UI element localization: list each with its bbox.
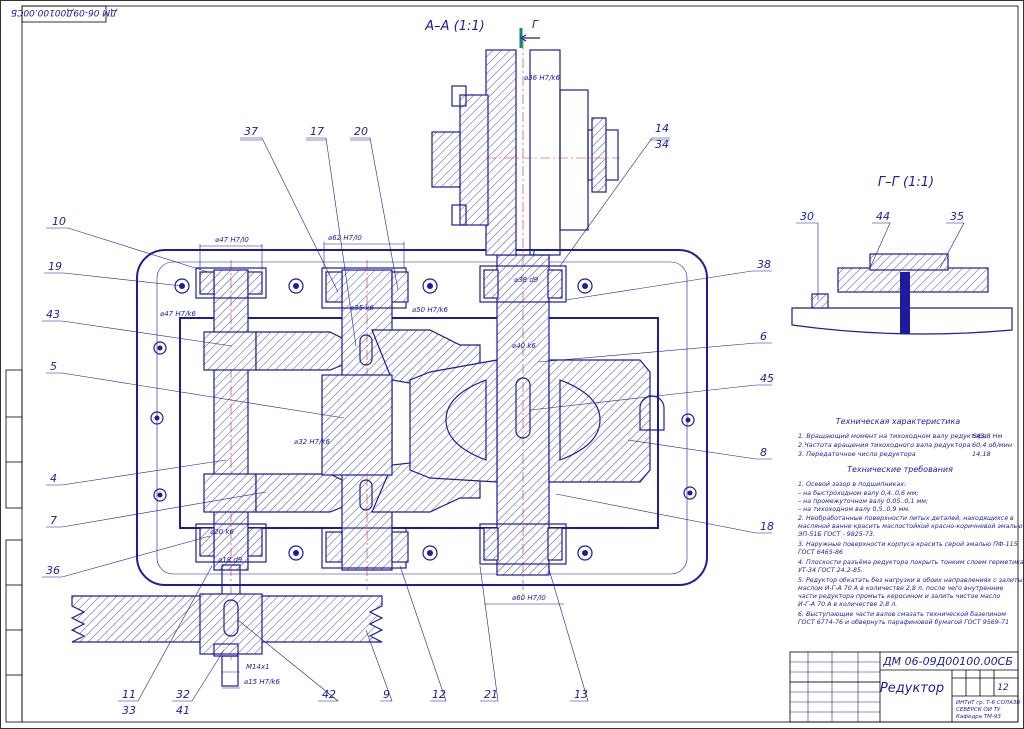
section-marker-top (519, 28, 540, 48)
svg-text:части редуктора промыть кероси: части редуктора промыть керосином и зали… (798, 593, 1000, 600)
title-block-org: ИНТиТ гр. Т-6 СОЛАЗВ СЕВЕРСК ОИ ТУ Кафед… (956, 700, 1020, 720)
callout-8: 8 (760, 446, 767, 459)
tech-char-list: 1. Вращающий момент на тихоходном валу р… (798, 432, 1012, 458)
svg-text:2.Частота вращения тихоходного: 2.Частота вращения тихоходного вала реду… (798, 441, 970, 449)
section-gg (791, 253, 1013, 335)
svg-text:3. Наружные поверхности корпус: 3. Наружные поверхности корпуса красить … (798, 541, 1018, 548)
svg-text:1. Осевой зазор в подшипниках:: 1. Осевой зазор в подшипниках: (798, 481, 906, 488)
dim-60: ⌀60 H7/l0 (512, 594, 546, 602)
callout-45: 45 (760, 372, 774, 385)
svg-text:ГОСТ 6465-86: ГОСТ 6465-86 (798, 549, 843, 556)
callout-38: 38 (757, 258, 771, 271)
section-letter-top: Г (532, 18, 539, 31)
dim-47-left: ⌀47 H7/k6 (160, 310, 196, 318)
callout-37: 37 (244, 125, 258, 138)
svg-text:1. Вращающий момент на тихоход: 1. Вращающий момент на тихоходном валу р… (798, 432, 987, 440)
svg-text:643,8 Нм: 643,8 Нм (972, 432, 1003, 440)
callout-5: 5 (50, 360, 57, 373)
svg-text:УТ-34 ГОСТ 24.2-85.: УТ-34 ГОСТ 24.2-85. (798, 567, 863, 574)
callout-10: 10 (52, 215, 66, 228)
dim-38: ⌀38 d9 (514, 276, 539, 284)
svg-text:масляной ванне красить маслост: масляной ванне красить маслостойкой крас… (798, 523, 1023, 530)
title-block-sheet: 12 (997, 683, 1009, 693)
svg-text:маслом И-Г-А 70 А в количестве: маслом И-Г-А 70 А в количестве 2,8 л. по… (798, 585, 1003, 592)
output-gear-left (409, 359, 498, 483)
svg-text:4. Плоскости разъёма редуктора: 4. Плоскости разъёма редуктора покрыть т… (798, 558, 1024, 566)
svg-text:И-Г-А 70 А в количестве 2,8 л.: И-Г-А 70 А в количестве 2,8 л. (798, 601, 897, 608)
callout-36: 36 (46, 564, 60, 577)
callout-14: 14 (655, 122, 669, 135)
section-gg-title: Г–Г (1:1) (878, 175, 934, 190)
corner-code: ДМ 06-09Д00100.00СБ (11, 7, 118, 17)
svg-text:– на быстроходном валу: – на быстроходном валу 0,4..0,6 мм; (798, 489, 919, 497)
title-block-name: Редуктор (880, 681, 944, 696)
svg-text:6. Выступающие части валов сма: 6. Выступающие части валов смазать техни… (798, 610, 1006, 618)
dim-20: ⌀20 k6 (210, 528, 234, 536)
svg-text:– на тихоходном валу: – на тихоходном валу 0,5..0,9 мм. (798, 506, 910, 513)
input-gear-bottom (255, 473, 351, 513)
svg-text:ЭП-51Б ГОСТ - 9825-73.: ЭП-51Б ГОСТ - 9825-73. (797, 531, 875, 538)
callout-41: 41 (176, 704, 190, 717)
title-block-code: ДМ 06-09Д00100.00СБ (882, 655, 1013, 668)
dim-18: ⌀18 d9 (218, 556, 243, 564)
callout-33: 33 (122, 704, 136, 717)
callout-21: 21 (484, 688, 498, 701)
svg-text:ГОСТ 6774-76 и обвернуть параф: ГОСТ 6774-76 и обвернуть парафиновой бум… (798, 618, 1009, 626)
input-gear-top (255, 331, 351, 371)
dim-15: ⌀15 H7/k6 (244, 678, 280, 686)
svg-text:Кафедра ТМ-93: Кафедра ТМ-93 (956, 714, 1001, 720)
callout-20: 20 (354, 125, 368, 138)
callout-44: 44 (876, 210, 890, 223)
svg-text:5. Редуктор обкатать без нагру: 5. Редуктор обкатать без нагрузки в обои… (798, 576, 1024, 584)
svg-text:ИНТиТ гр. Т-6 СОЛАЗВ: ИНТиТ гр. Т-6 СОЛАЗВ (956, 700, 1020, 706)
dim-m14: М14х1 (246, 663, 270, 671)
callout-11: 11 (122, 688, 136, 701)
callout-35: 35 (950, 210, 964, 223)
tech-req-title: Технические требования (847, 465, 953, 474)
dim-47-top: ⌀47 H7/l0 (215, 236, 249, 244)
dim-35: ⌀35 k6 (350, 304, 374, 312)
callout-4: 4 (50, 472, 57, 485)
intermediate-pinion (321, 374, 393, 476)
callout-32: 32 (176, 688, 190, 701)
dim-32: ⌀32 H7/k6 (294, 438, 330, 446)
dim-40: ⌀40 k6 (512, 342, 536, 350)
assembly-drawing-sheet: ДМ 06-09Д00100.00СБ А–А (1:1) Г Г–Г (1:1… (0, 0, 1024, 729)
callout-30: 30 (800, 210, 814, 223)
tech-char-title: Техническая характеристика (836, 417, 961, 426)
callout-43: 43 (46, 308, 60, 321)
svg-text:3. Передаточное число редуктор: 3. Передаточное число редуктора (798, 450, 916, 458)
svg-text:60,4 об/мин: 60,4 об/мин (972, 441, 1012, 449)
svg-text:СЕВЕРСК ОИ ТУ: СЕВЕРСК ОИ ТУ (956, 707, 1001, 713)
callout-9: 9 (383, 688, 390, 701)
callout-7: 7 (50, 514, 57, 527)
left-margin-strips (5, 369, 23, 723)
callout-19: 19 (48, 260, 62, 273)
tech-req-list: 1. Осевой зазор в подшипниках: – на быст… (797, 481, 1024, 626)
dim-62: ⌀62 H7/l0 (328, 234, 362, 242)
callout-6: 6 (760, 330, 767, 343)
svg-text:14,18: 14,18 (972, 450, 991, 458)
callout-17: 17 (310, 125, 324, 138)
dim-36: ⌀36 H7/k6 (524, 74, 560, 82)
section-aa-title: А–А (1:1) (424, 19, 484, 34)
dim-50: ⌀50 H7/k6 (412, 306, 448, 314)
svg-text:– на промежуточном валу: – на промежуточном валу 0,05..0,1 мм; (798, 498, 928, 505)
svg-text:2. Необработанные поверхности: 2. Необработанные поверхности литых дета… (798, 514, 1014, 522)
callout-18: 18 (760, 520, 774, 533)
